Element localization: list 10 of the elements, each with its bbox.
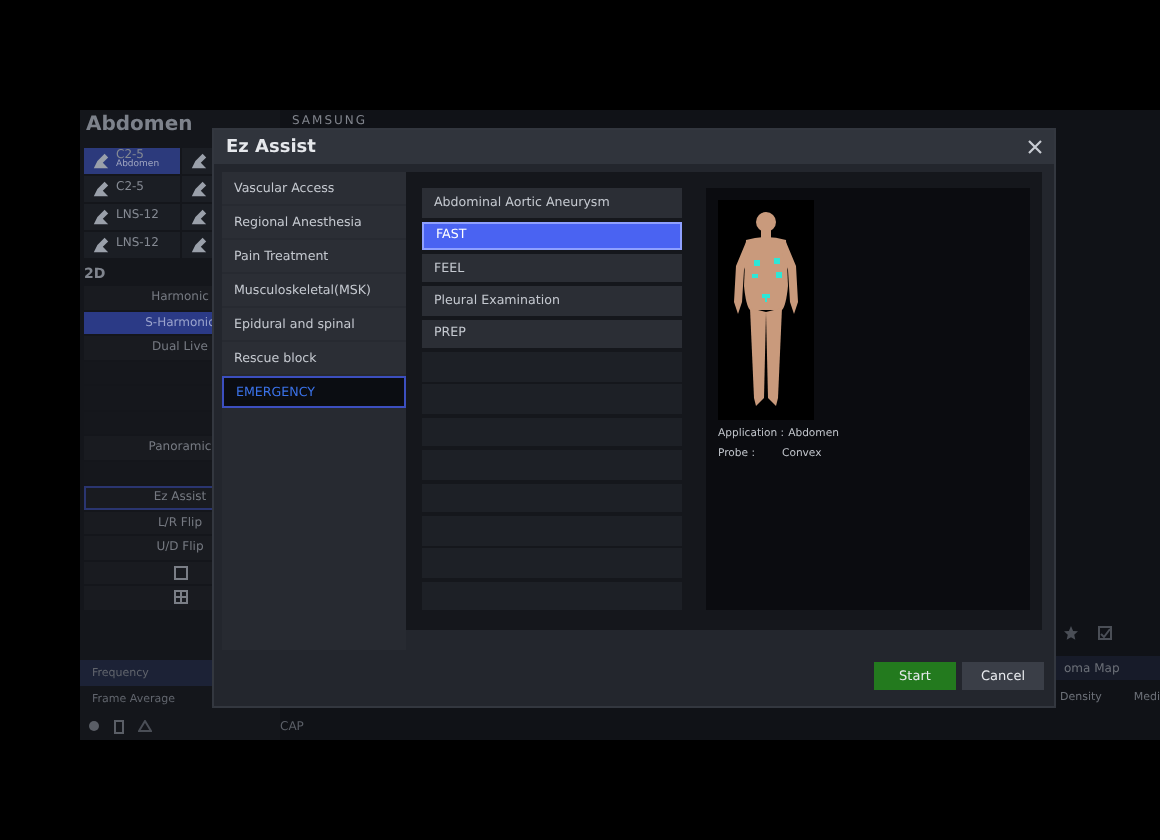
preset-title: Abdomen bbox=[84, 112, 195, 138]
close-button[interactable] bbox=[1028, 140, 1042, 155]
circle-icon bbox=[88, 720, 100, 732]
dialog-title: Ez Assist bbox=[226, 137, 316, 158]
grid-icon bbox=[173, 590, 187, 605]
star-icon bbox=[1064, 625, 1078, 639]
warning-icon bbox=[138, 720, 152, 732]
checkbox-icon bbox=[1098, 625, 1112, 639]
square-icon bbox=[173, 565, 187, 580]
close-icon bbox=[1028, 140, 1042, 155]
